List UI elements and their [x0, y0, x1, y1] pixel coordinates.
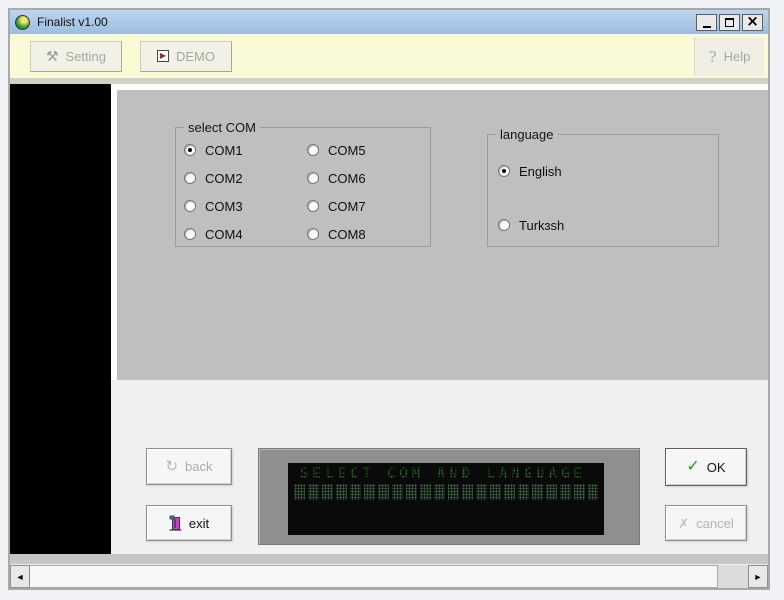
scroll-right-icon: ► [754, 572, 763, 582]
radio-label: COM4 [205, 227, 243, 242]
radio-option-com5[interactable]: COM5 [307, 142, 366, 158]
radio-selected-icon [184, 144, 196, 156]
radio-label: COM2 [205, 171, 243, 186]
radio-unselected-icon [184, 200, 196, 212]
minimize-button[interactable] [696, 14, 717, 31]
radio-option-com6[interactable]: COM6 [307, 170, 366, 186]
back-refresh-icon: ↻ [165, 459, 178, 474]
window-title: Finalist v1.00 [37, 15, 689, 29]
exit-label: exit [189, 516, 209, 531]
radio-label: COM8 [328, 227, 366, 242]
maximize-icon [725, 18, 734, 27]
scroll-left-button[interactable]: ◄ [10, 565, 30, 588]
window-controls: × [696, 14, 763, 31]
select-com-groupbox: select COM COM1 COM2 COM3 [175, 127, 431, 247]
radio-selected-icon [498, 165, 510, 177]
cancel-x-icon: ✗ [678, 517, 689, 530]
client-area: select COM COM1 COM2 COM3 [10, 84, 768, 554]
radio-unselected-icon [184, 228, 196, 240]
settings-panel: select COM COM1 COM2 COM3 [117, 90, 768, 380]
scroll-left-icon: ◄ [16, 572, 25, 582]
radio-option-com4[interactable]: COM4 [184, 226, 243, 242]
setting-label: Setting [66, 49, 106, 64]
radio-label: COM1 [205, 143, 243, 158]
demo-button[interactable]: ▶ DEMO [140, 41, 232, 72]
setting-icon: ⚒ [46, 49, 59, 63]
scrollbar-thumb[interactable] [30, 565, 718, 588]
help-icon: ? [709, 48, 717, 66]
radio-label: COM5 [328, 143, 366, 158]
sidebar-panel [10, 84, 111, 554]
help-button[interactable]: ? Help [694, 37, 764, 76]
radio-label: Turkɜsh [519, 218, 564, 233]
radio-label: COM6 [328, 171, 366, 186]
radio-unselected-icon [307, 228, 319, 240]
exit-door-icon [169, 515, 182, 531]
help-label: Help [724, 49, 751, 64]
radio-option-com7[interactable]: COM7 [307, 198, 366, 214]
scroll-right-button[interactable]: ► [748, 565, 768, 588]
led-screen: SELECT COM AND LANGUAGE [288, 463, 604, 535]
action-panel: ↻ back exit SELECT [111, 380, 768, 554]
radio-label: COM3 [205, 199, 243, 214]
horizontal-scrollbar: ◄ ► [10, 564, 768, 588]
ok-label: OK [707, 460, 726, 475]
radio-label: English [519, 164, 562, 179]
radio-option-turkish[interactable]: Turkɜsh [498, 217, 564, 233]
close-button[interactable]: × [742, 14, 763, 31]
cancel-button[interactable]: ✗ cancel [665, 505, 747, 541]
radio-label: COM7 [328, 199, 366, 214]
app-window: Finalist v1.00 × ⚒ Setting ▶ DEMO ? Help [8, 8, 770, 590]
radio-unselected-icon [184, 172, 196, 184]
minimize-icon [703, 26, 711, 28]
setting-button[interactable]: ⚒ Setting [30, 41, 122, 72]
back-label: back [185, 459, 212, 474]
maximize-button[interactable] [719, 14, 740, 31]
radio-option-com1[interactable]: COM1 [184, 142, 243, 158]
language-groupbox: language English Turkɜsh [487, 134, 719, 247]
status-strip [10, 554, 768, 564]
led-text: SELECT COM AND LANGUAGE [300, 466, 604, 482]
radio-option-com8[interactable]: COM8 [307, 226, 366, 242]
radio-unselected-icon [307, 144, 319, 156]
radio-unselected-icon [307, 172, 319, 184]
cancel-label: cancel [696, 516, 734, 531]
app-icon [15, 15, 30, 30]
exit-button[interactable]: exit [146, 505, 232, 541]
led-dot-row [294, 484, 598, 500]
demo-play-icon: ▶ [157, 50, 169, 62]
radio-unselected-icon [498, 219, 510, 231]
radio-option-com2[interactable]: COM2 [184, 170, 243, 186]
back-button[interactable]: ↻ back [146, 448, 232, 485]
radio-option-com3[interactable]: COM3 [184, 198, 243, 214]
content-panel: select COM COM1 COM2 COM3 [111, 84, 768, 554]
ok-button[interactable]: ✓ OK [665, 448, 747, 486]
language-title: language [496, 127, 558, 142]
title-bar: Finalist v1.00 × [10, 10, 768, 34]
scrollbar-track[interactable] [718, 565, 748, 588]
led-display: SELECT COM AND LANGUAGE [258, 448, 640, 545]
radio-option-english[interactable]: English [498, 163, 562, 179]
demo-label: DEMO [176, 49, 215, 64]
select-com-title: select COM [184, 120, 260, 135]
toolbar: ⚒ Setting ▶ DEMO ? Help [10, 34, 768, 78]
ok-check-icon: ✓ [686, 459, 699, 475]
radio-unselected-icon [307, 200, 319, 212]
desktop: Finalist v1.00 × ⚒ Setting ▶ DEMO ? Help [0, 0, 784, 600]
close-icon: × [746, 14, 759, 29]
